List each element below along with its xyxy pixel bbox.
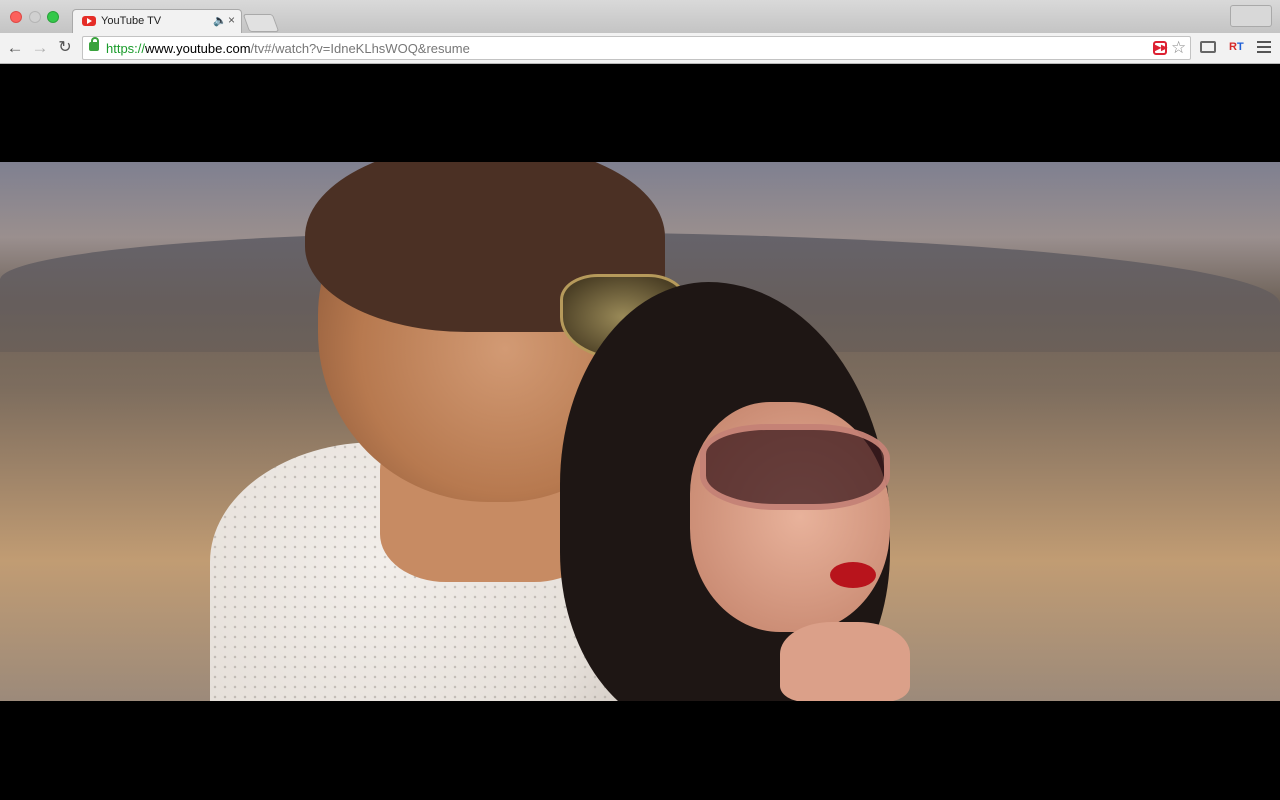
back-arrow-icon[interactable]: ← xyxy=(4,37,26,59)
url-host: www.youtube.com xyxy=(145,41,251,56)
video-player[interactable] xyxy=(0,162,1280,701)
lock-icon[interactable] xyxy=(89,37,99,51)
url-path: /tv#/watch?v=IdneKLhsWOQ&resume xyxy=(250,41,470,56)
address-bar[interactable]: https://www.youtube.com/tv#/watch?v=Idne… xyxy=(82,36,1191,60)
profile-button[interactable] xyxy=(1230,5,1272,27)
new-tab-button[interactable] xyxy=(242,14,280,32)
reload-icon[interactable]: ↻ xyxy=(54,37,76,59)
forward-arrow-icon[interactable]: → xyxy=(29,37,51,59)
url-text[interactable]: https://www.youtube.com/tv#/watch?v=Idne… xyxy=(106,41,470,56)
hamburger-menu-icon[interactable] xyxy=(1257,41,1271,53)
tab-title: YouTube TV xyxy=(101,15,162,27)
rt-t-letter: T xyxy=(1236,41,1244,53)
window-maximize-button[interactable] xyxy=(47,11,59,23)
video-figure-hand xyxy=(780,622,910,701)
tab-close-icon[interactable]: × xyxy=(228,13,235,27)
rt-extension-icon[interactable]: RT xyxy=(1229,41,1244,53)
url-scheme: https:// xyxy=(106,41,146,56)
window-minimize-button[interactable] xyxy=(29,11,41,23)
fast-forward-extension-icon[interactable]: ▶▶ xyxy=(1153,41,1167,55)
page-viewport xyxy=(0,64,1280,800)
video-figure-woman-sunglasses xyxy=(700,424,890,510)
bookmark-star-icon[interactable]: ☆ xyxy=(1171,38,1186,58)
video-figure-lips xyxy=(830,562,876,588)
speaker-icon[interactable]: 🔈 xyxy=(213,14,227,27)
tab-youtube-tv[interactable]: YouTube TV 🔈 × xyxy=(72,9,242,33)
rt-r-letter: R xyxy=(1229,41,1237,53)
cast-icon[interactable] xyxy=(1200,41,1216,53)
window-close-button[interactable] xyxy=(10,11,22,23)
browser-toolbar: ← → ↻ https://www.youtube.com/tv#/watch?… xyxy=(0,33,1280,64)
tab-strip: YouTube TV 🔈 × xyxy=(0,0,1280,33)
youtube-icon xyxy=(82,16,96,26)
